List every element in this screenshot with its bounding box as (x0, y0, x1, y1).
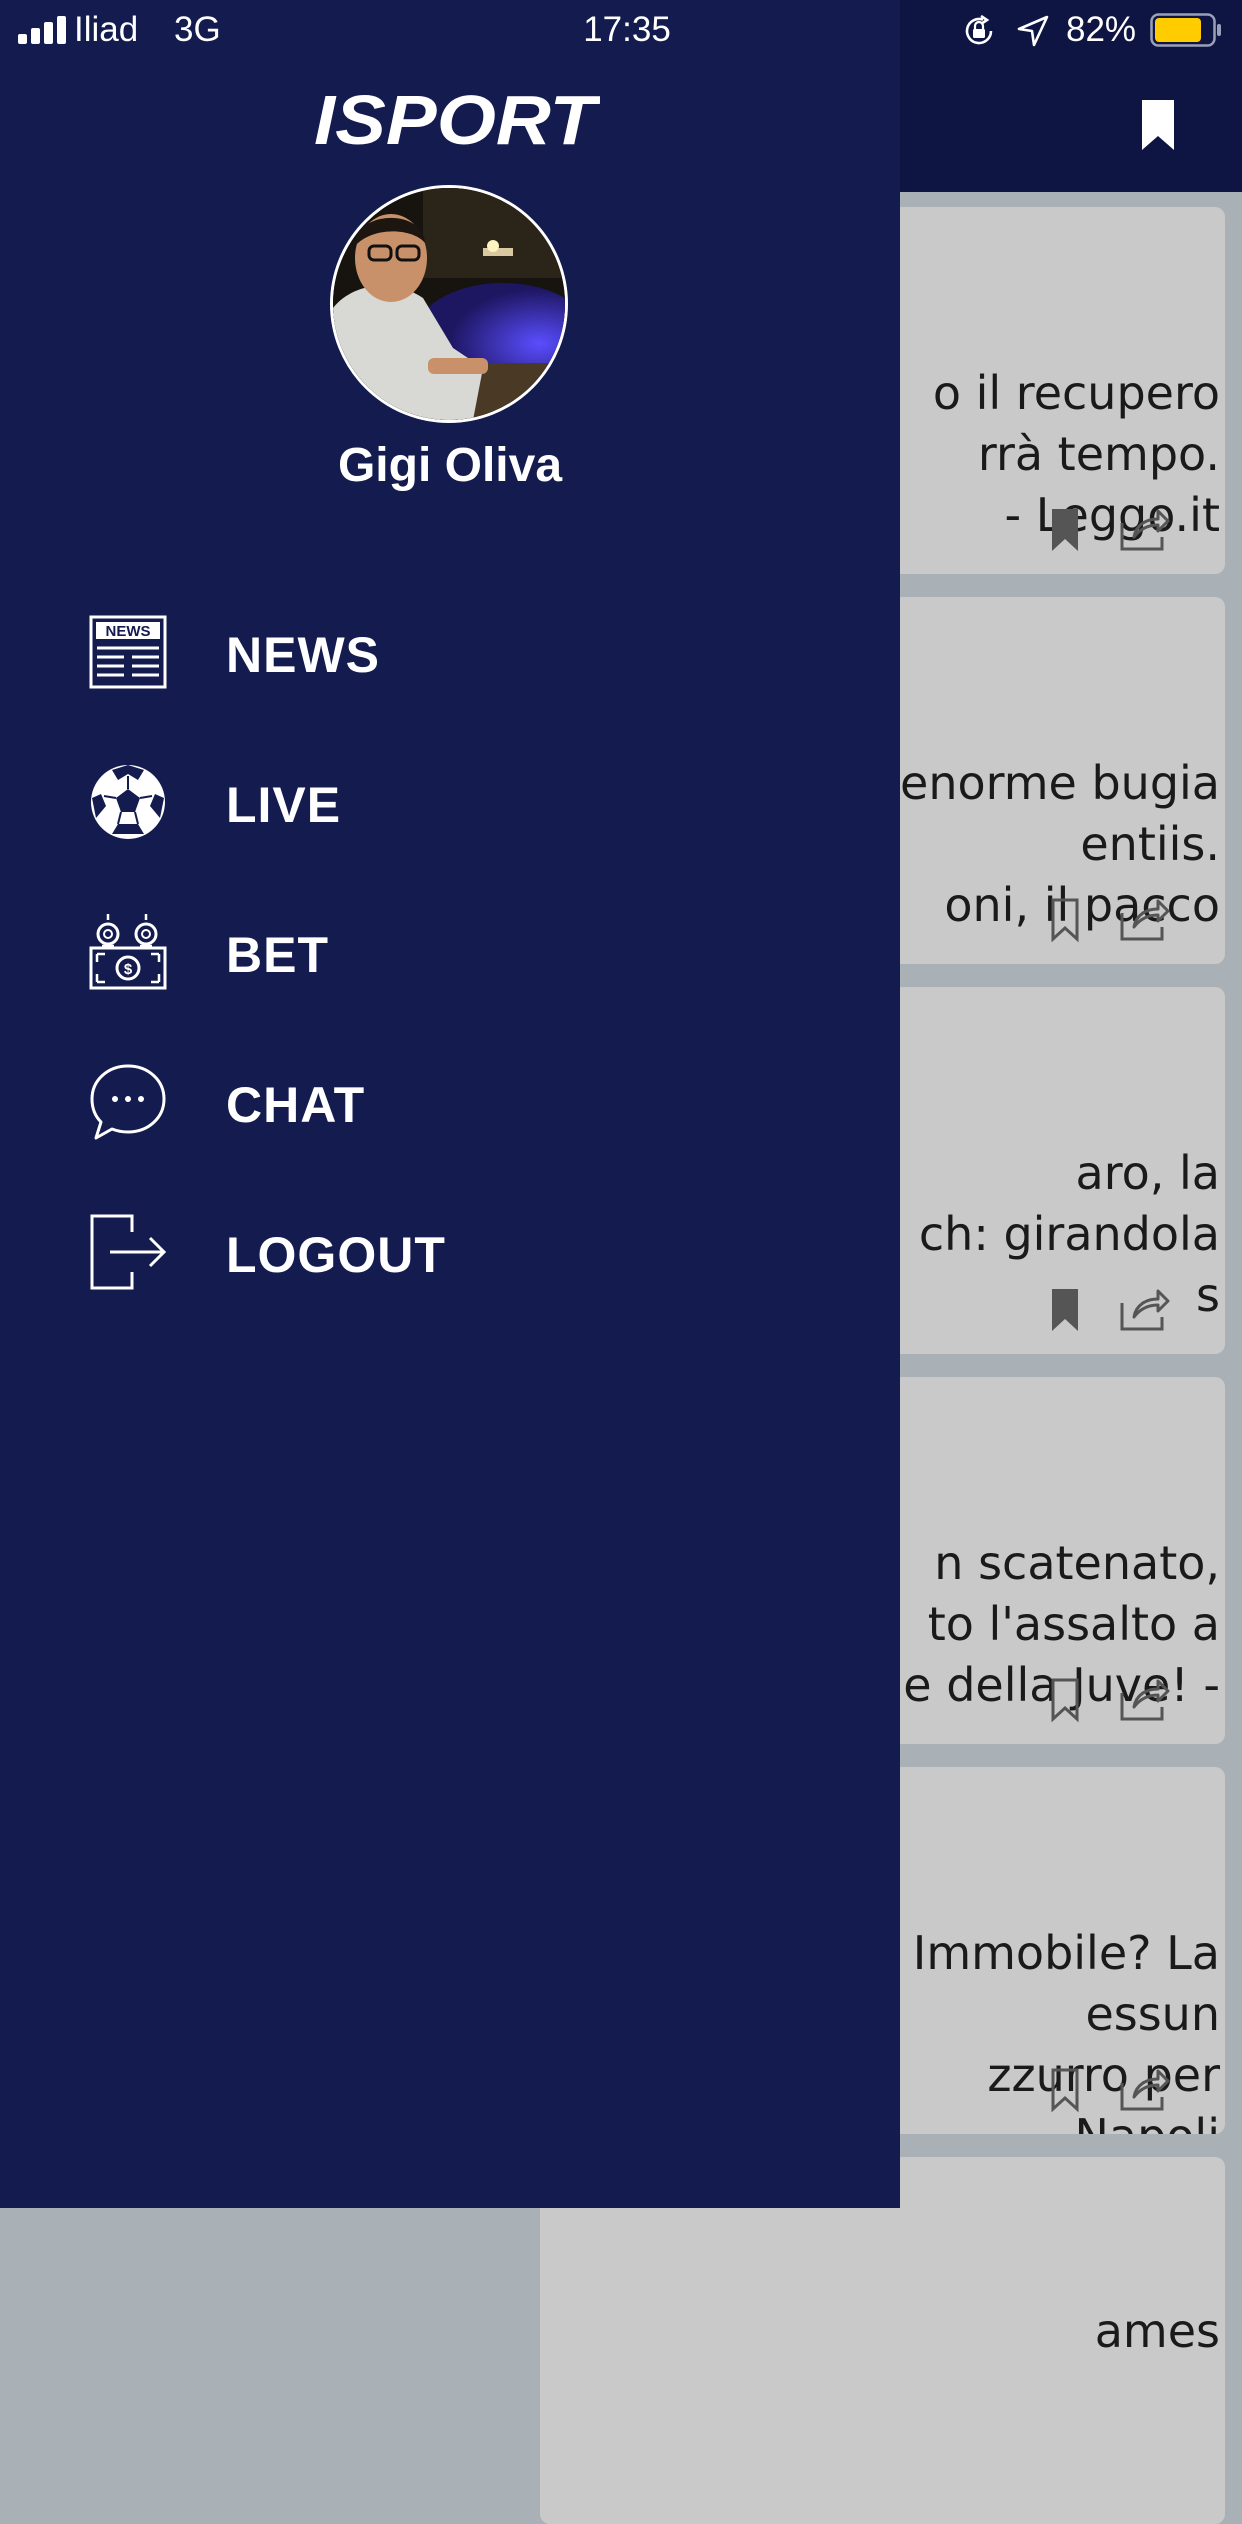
svg-text:ISPORT: ISPORT (314, 81, 600, 150)
menu-item-news[interactable]: NEWS NEWS (0, 592, 900, 712)
share-icon[interactable] (1118, 507, 1170, 553)
user-name[interactable]: Gigi Oliva (0, 438, 900, 493)
location-arrow-icon (1017, 15, 1049, 47)
bookmark-filled-icon[interactable] (1050, 1287, 1080, 1333)
bookmark-outline-icon[interactable] (1050, 897, 1080, 943)
menu-label-news: NEWS (226, 627, 380, 683)
menu-item-chat[interactable]: CHAT (0, 1042, 900, 1162)
menu-item-live[interactable]: LIVE (0, 742, 900, 862)
clock: 17:35 (583, 10, 671, 49)
menu-label-bet: BET (226, 927, 329, 983)
battery-icon (1150, 13, 1221, 47)
svg-text:$: $ (124, 961, 133, 978)
share-icon[interactable] (1118, 897, 1170, 943)
share-icon[interactable] (1118, 2067, 1170, 2113)
logout-icon (90, 1214, 167, 1290)
svg-text:NEWS: NEWS (106, 623, 151, 640)
menu-label-chat: CHAT (226, 1077, 366, 1133)
bookmark-icon[interactable] (1140, 98, 1176, 152)
money-bet-icon: $ (89, 914, 167, 990)
bookmark-filled-icon[interactable] (1050, 507, 1080, 553)
chat-bubble-icon (90, 1064, 166, 1140)
article-card[interactable]: ames (540, 2157, 1225, 2524)
article-title: ames (1094, 2304, 1220, 2358)
share-icon[interactable] (1118, 1287, 1170, 1333)
menu-item-bet[interactable]: $ BET (0, 892, 900, 1012)
battery-percent: 82% (1066, 10, 1137, 49)
bookmark-outline-icon[interactable] (1050, 2067, 1080, 2113)
newspaper-icon: NEWS (89, 615, 167, 689)
menu-label-logout: LOGOUT (226, 1227, 446, 1283)
menu-item-logout[interactable]: LOGOUT (0, 1192, 900, 1312)
soccer-ball-icon (91, 765, 165, 839)
app-logo: ISPORT (314, 81, 600, 150)
menu-label-live: LIVE (226, 777, 342, 833)
side-drawer: ISPORT Gigi Oliva NEWS NEWS LIVE $ BET C… (0, 0, 900, 2208)
share-icon[interactable] (1118, 1677, 1170, 1723)
bookmark-outline-icon[interactable] (1050, 1677, 1080, 1723)
user-avatar[interactable] (330, 185, 568, 423)
status-bar: Iliad 3G 17:35 82% (0, 0, 1242, 62)
rotation-lock-icon (965, 14, 993, 45)
